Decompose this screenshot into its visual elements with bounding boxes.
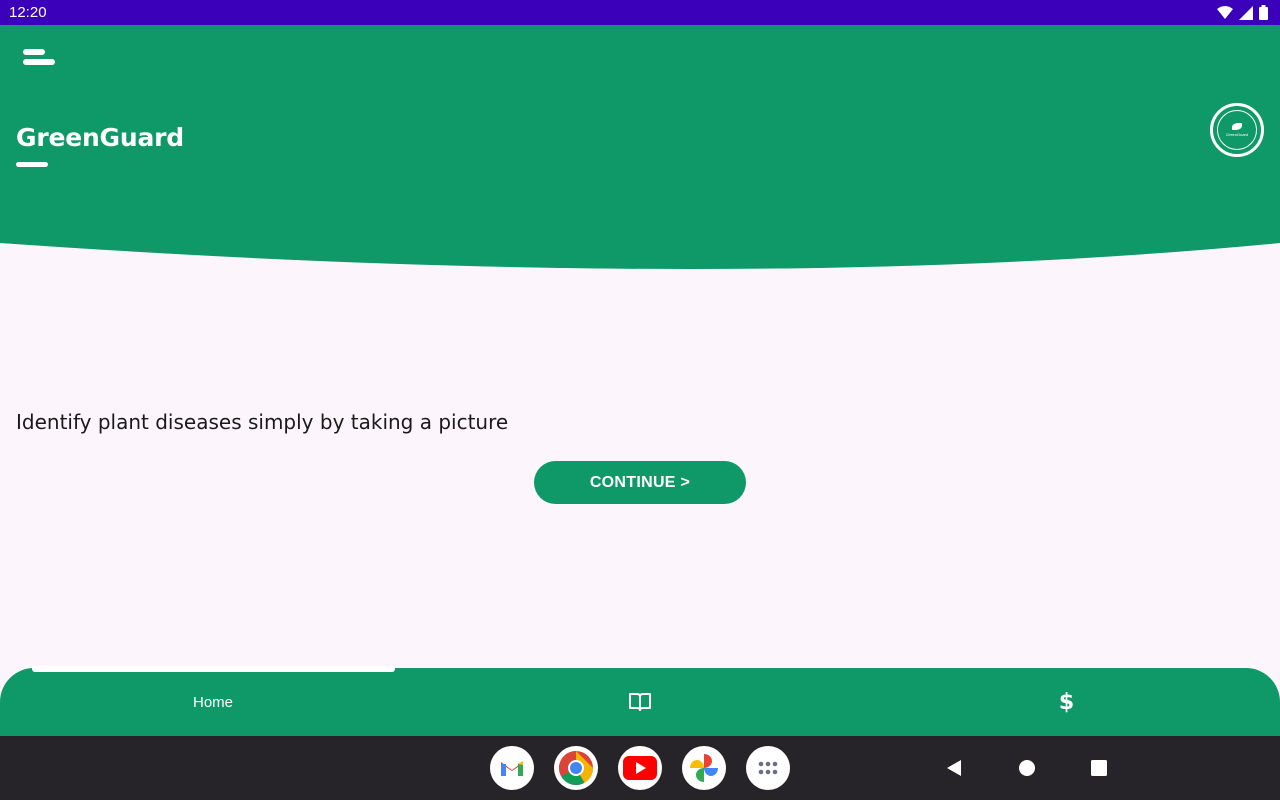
continue-button[interactable]: CONTINUE > (534, 461, 746, 504)
bottom-navigation: Home $ (0, 666, 1280, 736)
menu-button[interactable] (20, 47, 58, 73)
recents-icon[interactable] (1091, 760, 1107, 776)
youtube-glyph (623, 756, 657, 780)
menu-icon-line (23, 59, 55, 65)
status-icons (1217, 5, 1268, 20)
leaf-icon (1232, 123, 1242, 130)
app-drawer-icon[interactable] (746, 746, 790, 790)
nav-item-pricing[interactable]: $ (853, 668, 1280, 736)
chrome-glyph (559, 751, 593, 785)
gmail-icon[interactable] (490, 746, 534, 790)
logo-ring: GreenGuard (1217, 110, 1257, 150)
title-underline (16, 162, 48, 167)
app-title: GreenGuard (16, 123, 184, 152)
header-background (0, 25, 1280, 269)
back-icon[interactable] (945, 759, 963, 777)
nav-home-label: Home (192, 693, 233, 711)
home-icon[interactable] (1018, 759, 1036, 777)
dollar-icon: $ (1058, 689, 1075, 715)
battery-icon (1259, 5, 1268, 20)
menu-icon (23, 49, 45, 55)
status-time: 12:20 (9, 4, 47, 21)
logo-text: GreenGuard (1225, 132, 1249, 137)
status-bar: 12:20 (0, 0, 1280, 25)
nav-item-library[interactable] (426, 668, 853, 736)
book-icon (628, 693, 651, 711)
nav-item-home[interactable]: Home (0, 668, 426, 736)
tagline: Identify plant diseases simply by taking… (16, 410, 509, 434)
signal-icon (1239, 5, 1253, 20)
app-drawer-glyph (758, 761, 778, 775)
photos-icon[interactable] (682, 746, 726, 790)
wifi-icon (1217, 5, 1233, 19)
photos-glyph (690, 754, 718, 782)
youtube-icon[interactable] (618, 746, 662, 790)
app-logo[interactable]: GreenGuard (1210, 103, 1264, 157)
app-header: GreenGuard GreenGuard (0, 25, 1280, 275)
system-navigation-bar (0, 736, 1280, 800)
gmail-glyph (501, 761, 523, 776)
chrome-icon[interactable] (554, 746, 598, 790)
